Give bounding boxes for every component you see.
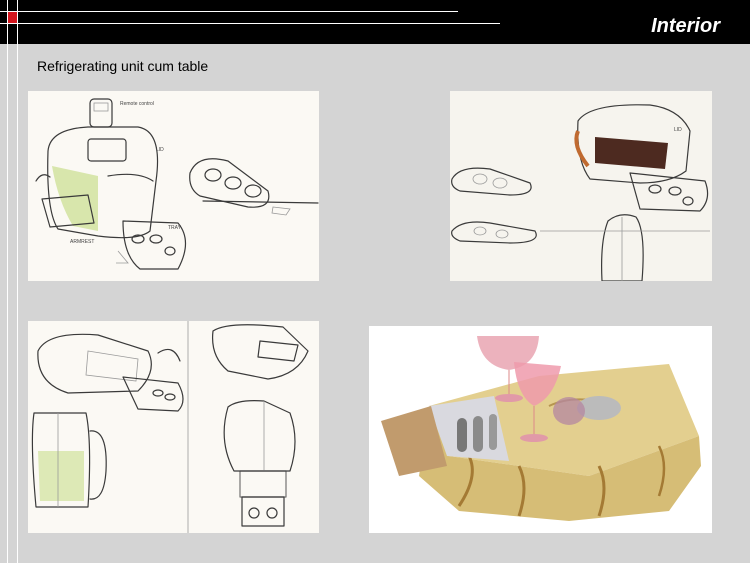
sketch-refrigerator-unit-rendered: LID <box>450 91 712 281</box>
sketch-refrigerator-unit-front: Remote control LID TRAY ARMREST <box>28 91 319 281</box>
sketch-armrest-unit-views <box>28 321 319 533</box>
sketch-3-drawing <box>31 321 309 533</box>
annotation-armrest: ARMREST <box>70 239 94 245</box>
vertical-rule-left <box>7 0 8 563</box>
render-drawing <box>381 336 701 521</box>
annotation-lid: LID <box>156 147 164 153</box>
sketch-1-drawing: Remote control LID TRAY ARMREST <box>35 98 319 270</box>
accent-square <box>8 12 17 23</box>
vertical-rule-right <box>17 0 18 563</box>
annotation-lid-2: LID <box>674 127 682 133</box>
section-title: Interior <box>651 15 720 37</box>
header-rule-top <box>0 11 458 12</box>
render-refrigerator-table-3d <box>369 326 712 533</box>
sketch-2-drawing: LID <box>450 91 712 281</box>
slide-heading: Refrigerating unit cum table <box>37 58 209 74</box>
annotation-remote-control: Remote control <box>120 101 154 107</box>
annotation-tray: TRAY <box>168 225 182 231</box>
header-bar: Interior <box>0 0 750 44</box>
header-rule-bottom <box>0 23 500 24</box>
